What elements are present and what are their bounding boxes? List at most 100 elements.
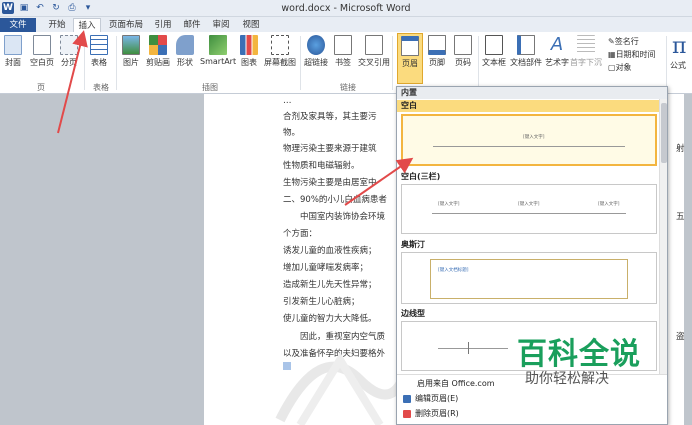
table-icon: [90, 35, 108, 55]
picture-button[interactable]: 图片: [122, 35, 140, 68]
drop-cap-icon: [577, 35, 595, 55]
doc-line: 物理污染主要来源于建筑: [283, 144, 377, 154]
gallery-item-blank-three-column[interactable]: [键入文字] [键入文字] [键入文字]: [401, 184, 657, 234]
placeholder-text: [键入文字]: [523, 135, 545, 140]
window-title: word.docx - Microsoft Word: [281, 3, 411, 14]
tab-home[interactable]: 开始: [42, 18, 72, 32]
clip-art-button[interactable]: 剪贴画: [146, 35, 170, 68]
picture-icon: [122, 35, 140, 55]
chart-button[interactable]: 图表: [240, 35, 258, 68]
clip-art-icon: [149, 35, 167, 55]
wordart-button[interactable]: A 艺术字: [545, 35, 569, 68]
screenshot-icon: [271, 35, 289, 55]
object-icon: ▢: [608, 63, 616, 72]
tab-page-layout[interactable]: 页面布局: [104, 18, 148, 32]
page-number-button[interactable]: 页码: [454, 35, 472, 68]
page-break-button[interactable]: 分页: [60, 35, 78, 68]
cover-page-button[interactable]: 封面: [4, 35, 22, 68]
text-box-icon: [485, 35, 503, 55]
page-number-icon: [454, 35, 472, 55]
equation-button-label[interactable]: 公式: [670, 60, 686, 71]
doc-right-fragment: 五: [676, 212, 685, 222]
menu-item-edit-header[interactable]: 编辑页眉(E): [403, 393, 458, 404]
cross-reference-button[interactable]: 交叉引用: [358, 35, 390, 68]
tab-references[interactable]: 引用: [151, 18, 175, 32]
hyperlink-button[interactable]: 超链接: [304, 35, 328, 68]
gallery-section-blank: 空白: [397, 100, 661, 112]
gallery-section-austin: 奥斯汀: [401, 240, 425, 249]
tab-insert[interactable]: 插入: [73, 18, 101, 32]
doc-line: 生物污染主要是由居室中: [283, 178, 377, 188]
signature-icon: ✎: [608, 37, 615, 46]
doc-line: 个方面：: [283, 229, 318, 239]
austin-frame: [430, 259, 628, 299]
group-label-illustrations: 插图: [202, 83, 218, 92]
header-rule: [468, 342, 469, 354]
blank-page-button[interactable]: 空白页: [30, 35, 54, 68]
drop-cap-button[interactable]: 首字下沉: [570, 35, 602, 68]
footer-button[interactable]: 页脚: [428, 35, 446, 68]
tab-file[interactable]: 文件: [0, 18, 36, 32]
gallery-section-sideline: 边线型: [401, 309, 425, 318]
doc-line: 造成新生儿先天性异常；: [283, 280, 377, 290]
group-label-table: 表格: [93, 83, 109, 92]
placeholder-text: [键入文字]: [518, 202, 540, 207]
gallery-category-builtin: 内置: [397, 87, 667, 99]
bookmark-button[interactable]: 书签: [334, 35, 352, 68]
header-rule: [433, 146, 625, 147]
quick-parts-button[interactable]: 文档部件: [510, 35, 542, 68]
smartart-button[interactable]: SmartArt: [200, 35, 236, 66]
shapes-icon: [176, 35, 194, 55]
signature-line-button[interactable]: ✎签名行: [608, 36, 639, 47]
equation-icon[interactable]: π: [672, 34, 686, 59]
tab-review[interactable]: 审阅: [209, 18, 233, 32]
doc-line: 性物质和电磁辐射。: [283, 161, 360, 171]
title-bar: W ▣ ↶ ↻ ⎙ ▾ word.docx - Microsoft Word: [0, 0, 692, 17]
gallery-section-blank-three-column: 空白(三栏): [401, 172, 441, 181]
header-rule: [432, 213, 626, 214]
doc-line: 中国室内装饰协会环境: [300, 212, 386, 222]
date-time-button[interactable]: ▦日期和时间: [608, 49, 656, 60]
shapes-button[interactable]: 形状: [176, 35, 194, 68]
cross-reference-icon: [365, 35, 383, 55]
cover-page-icon: [4, 35, 22, 55]
calendar-icon: ▦: [608, 50, 616, 59]
doc-line: 二、90%的小儿白血病患者: [283, 195, 387, 205]
header-icon: [401, 36, 419, 56]
gallery-item-austin[interactable]: [键入文档标题]: [401, 252, 657, 304]
header-button[interactable]: 页眉: [397, 33, 423, 84]
footer-icon: [428, 35, 446, 55]
ribbon-tabs: 文件 开始 插入 页面布局 引用 邮件 审阅 视图: [0, 17, 692, 32]
doc-right-fragment: 射: [676, 144, 685, 154]
ribbon: 封面 空白页 分页 页 表格 表格 图片 剪贴画 形状 SmartArt 图表 …: [0, 32, 692, 94]
table-button[interactable]: 表格: [90, 35, 108, 68]
text-box-button[interactable]: 文本框: [482, 35, 506, 68]
doc-line: 合剂及家具等，其主要污: [283, 112, 377, 122]
menu-item-remove-header[interactable]: 删除页眉(R): [403, 408, 459, 419]
watermark-subtitle: 助你轻松解决: [525, 371, 609, 387]
gallery-item-blank[interactable]: [键入文字]: [401, 114, 657, 166]
page-break-icon: [60, 35, 78, 55]
screenshot-button[interactable]: 屏幕截图: [264, 35, 296, 68]
placeholder-text: [键入文字]: [598, 202, 620, 207]
gallery-scroll-thumb[interactable]: [661, 103, 667, 163]
tab-mailings[interactable]: 邮件: [180, 18, 204, 32]
menu-item-more-from-office[interactable]: 启用来自 Office.com: [417, 378, 495, 389]
doc-line: 诱发儿童的血液性疾病；: [283, 246, 377, 256]
wordart-icon: A: [550, 34, 564, 55]
doc-line: …: [283, 96, 292, 106]
ribbon-separator: [84, 36, 85, 90]
placeholder-text: [键入文档标题]: [438, 268, 469, 273]
group-label-links: 链接: [340, 83, 356, 92]
group-label-pages: 页: [37, 83, 45, 92]
object-button[interactable]: ▢对象: [608, 62, 632, 73]
globe-icon: [307, 35, 325, 55]
tab-view[interactable]: 视图: [239, 18, 263, 32]
quick-parts-icon: [517, 35, 535, 55]
doc-right-fragment: 盗: [676, 332, 685, 342]
ribbon-separator: [666, 36, 667, 90]
ribbon-separator: [300, 36, 301, 90]
header-rule: [438, 348, 508, 349]
gallery-scrollbar[interactable]: [659, 99, 667, 374]
ribbon-separator: [392, 36, 393, 90]
